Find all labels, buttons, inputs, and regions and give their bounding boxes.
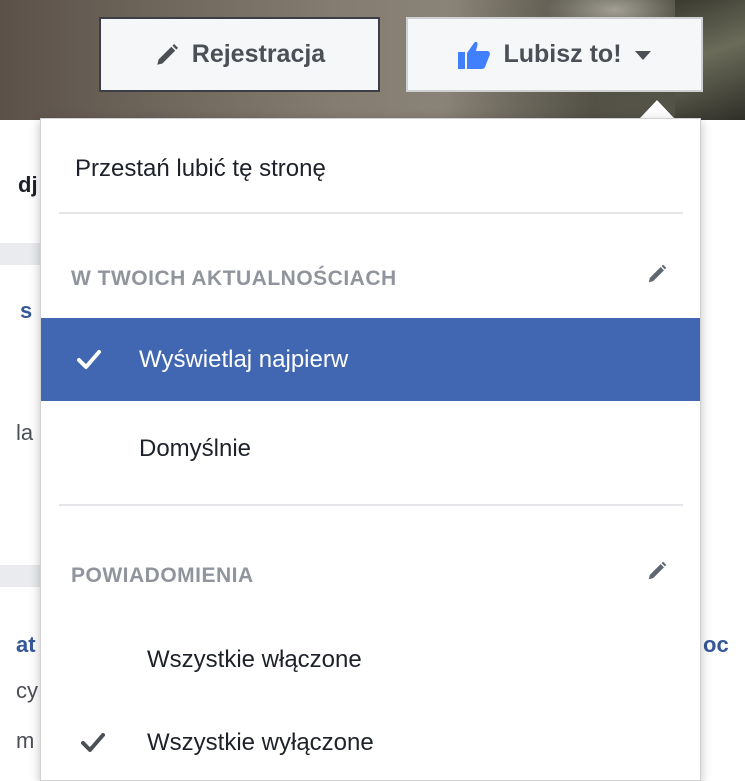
all-off-item[interactable]: Wszystkie wyłączone bbox=[41, 712, 700, 774]
background-text-fragment: m bbox=[16, 728, 35, 753]
all-on-label: Wszystkie włączone bbox=[147, 646, 362, 673]
edit-notifications-pencil-icon[interactable] bbox=[646, 560, 668, 582]
default-item[interactable]: Domyślnie bbox=[41, 415, 700, 483]
like-options-dropdown: Przestań lubić tę stronę W TWOICH AKTUAL… bbox=[40, 118, 701, 781]
notifications-section-header: POWIADOMIENIA bbox=[41, 556, 700, 596]
background-text-fragment: dj bbox=[18, 172, 38, 197]
feed-section-header: W TWOICH AKTUALNOŚCIACH bbox=[41, 259, 700, 299]
all-off-label: Wszystkie wyłączone bbox=[147, 729, 374, 756]
dropdown-nub bbox=[640, 100, 674, 118]
like-button[interactable]: Lubisz to! bbox=[406, 17, 703, 92]
background-text-fragment: oc bbox=[703, 632, 729, 657]
background-text-fragment: s bbox=[20, 298, 33, 323]
menu-divider bbox=[59, 212, 683, 214]
see-first-item[interactable]: Wyświetlaj najpierw bbox=[41, 318, 700, 401]
edit-feed-pencil-icon[interactable] bbox=[646, 263, 668, 285]
register-button-label: Rejestracja bbox=[191, 40, 326, 68]
see-first-label: Wyświetlaj najpierw bbox=[139, 345, 349, 373]
menu-divider bbox=[59, 504, 683, 506]
background-text-fragment: at bbox=[16, 632, 36, 657]
pencil-icon bbox=[154, 42, 180, 68]
unlike-page-label: Przestań lubić tę stronę bbox=[75, 155, 326, 182]
checkmark-icon bbox=[81, 733, 105, 753]
like-button-label: Lubisz to! bbox=[503, 40, 622, 68]
register-button[interactable]: Rejestracja bbox=[99, 17, 380, 92]
feed-section-title: W TWOICH AKTUALNOŚCIACH bbox=[71, 267, 397, 290]
all-on-item[interactable]: Wszystkie włączone bbox=[41, 629, 700, 691]
background-text-fragment: cy bbox=[16, 678, 38, 703]
thumbs-up-icon bbox=[457, 40, 491, 70]
unlike-page-item[interactable]: Przestań lubić tę stronę bbox=[41, 138, 700, 200]
notifications-section-title: POWIADOMIENIA bbox=[71, 564, 254, 587]
checkmark-icon bbox=[77, 349, 101, 370]
default-label: Domyślnie bbox=[139, 435, 252, 462]
background-text-fragment: la bbox=[16, 420, 34, 445]
chevron-down-icon bbox=[634, 49, 652, 61]
page-right-column bbox=[700, 120, 745, 781]
